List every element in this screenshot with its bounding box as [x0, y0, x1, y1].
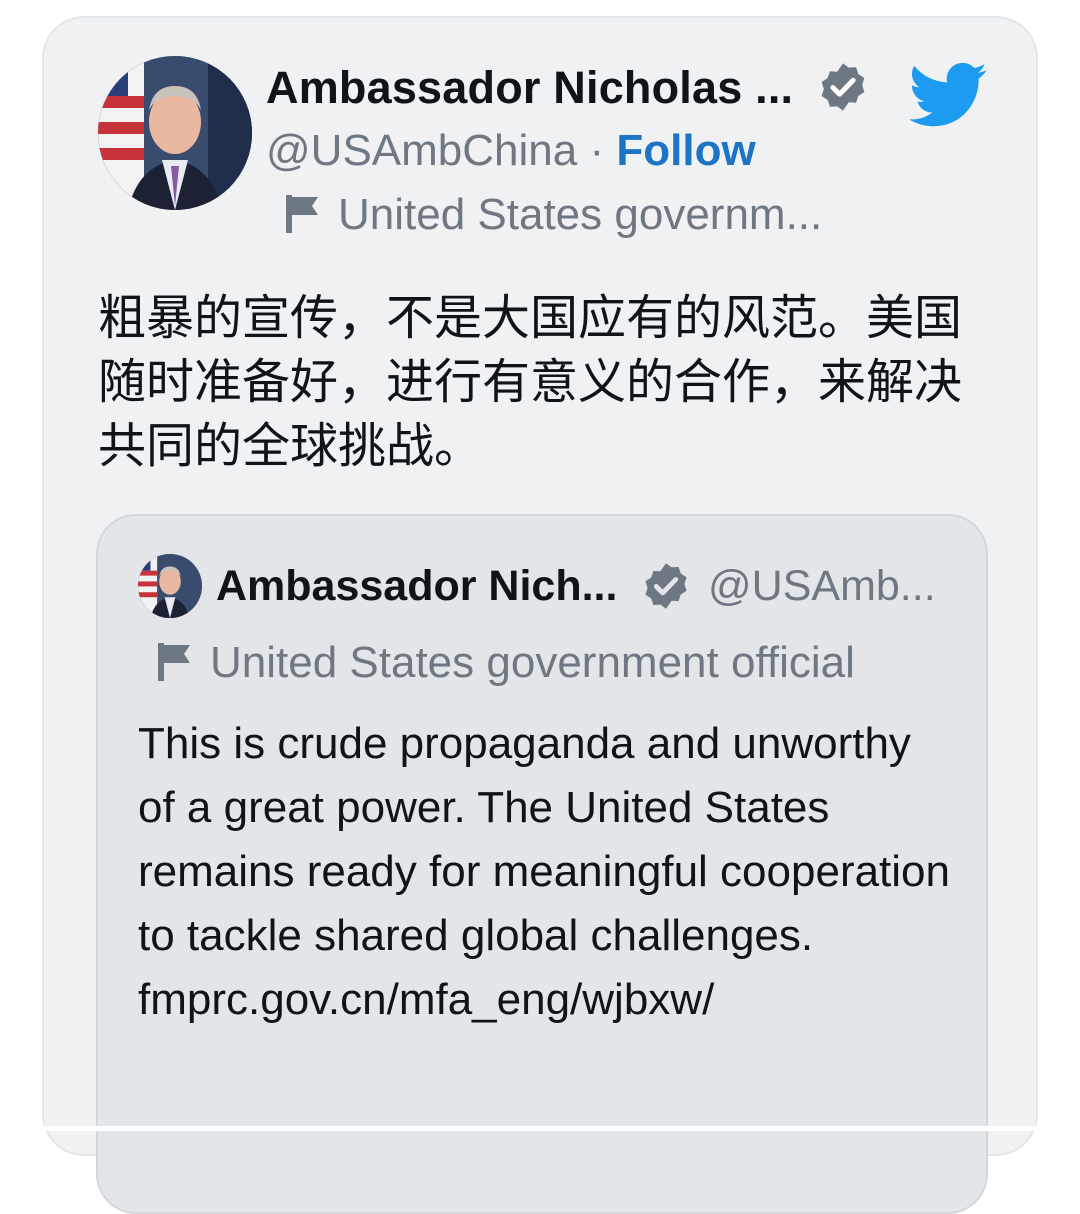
flag-icon — [286, 195, 318, 233]
bottom-edge — [0, 1126, 1080, 1131]
author-handle[interactable]: @USAmbChina — [266, 126, 577, 175]
quoted-affiliation-text: United States government official — [210, 638, 855, 687]
quoted-tweet-text: This is crude propaganda and unworthy of… — [138, 712, 958, 1032]
affiliation-text: United States governm... — [338, 190, 823, 239]
quoted-author-name[interactable]: Ambassador Nich... — [216, 562, 617, 611]
quoted-author-avatar[interactable] — [138, 554, 202, 618]
author-avatar[interactable] — [98, 56, 252, 210]
affiliation-label: United States governm... — [282, 190, 822, 240]
tweet-text: 粗暴的宣传，不是大国应有的风范。美国随时准备好，进行有意义的合作，来解决共同的全… — [98, 290, 963, 474]
verified-badge-icon — [821, 63, 865, 111]
author-handle-line: @USAmbChina · Follow — [266, 126, 756, 176]
quoted-tweet-body: This is crude propaganda and unworthy of… — [138, 719, 951, 960]
quoted-affiliation-label: United States government official — [154, 638, 855, 688]
flag-icon — [158, 643, 190, 681]
quoted-author-handle[interactable]: @USAmb... — [708, 562, 936, 611]
quoted-tweet-link[interactable]: fmprc.gov.cn/mfa_eng/wjbxw/ — [138, 975, 714, 1024]
quoted-verified-badge-icon — [645, 563, 687, 609]
fade-overlay — [702, 1040, 780, 1120]
separator-dot: · — [589, 126, 605, 175]
follow-button[interactable]: Follow — [616, 126, 755, 175]
tweet-card[interactable]: Ambassador Nicholas ... @USAmbChina · Fo… — [42, 16, 1038, 1214]
author-name[interactable]: Ambassador Nicholas ... — [266, 62, 793, 114]
quoted-tweet[interactable]: Ambassador Nich... @USAmb... United Stat… — [96, 514, 988, 1214]
twitter-bird-icon[interactable] — [910, 62, 988, 128]
